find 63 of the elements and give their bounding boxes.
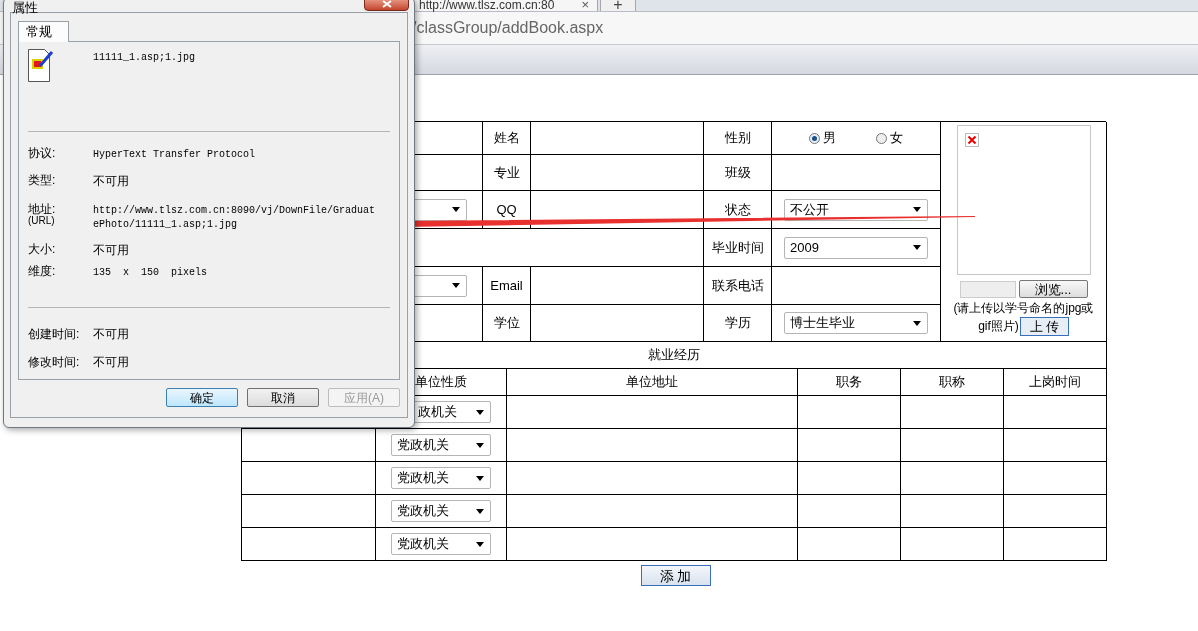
- upload-hint: gif照片): [978, 318, 1019, 335]
- property-value: 135 x 150 pixels: [93, 266, 209, 280]
- class-label: 班级: [704, 155, 772, 191]
- unit-type-dropdown[interactable]: 党政机关: [391, 500, 491, 522]
- property-value: HyperText Transfer Protocol: [93, 148, 257, 162]
- education-dropdown[interactable]: 博士生毕业: [784, 312, 928, 334]
- time-value: 不可用: [93, 354, 129, 371]
- caret-icon: [476, 475, 484, 481]
- education-label: 学历: [704, 305, 772, 342]
- dialog-button[interactable]: 取消: [247, 388, 319, 407]
- caret-icon: [476, 409, 484, 415]
- unit-type-dropdown[interactable]: 党政机关: [391, 533, 491, 555]
- caret-icon: [452, 283, 460, 288]
- column-header: 职务: [798, 369, 901, 396]
- property-label: 地址:: [28, 204, 57, 215]
- phone-label: 联系电话: [704, 267, 772, 305]
- time-value: 不可用: [93, 326, 129, 343]
- upload-hint: (请上传以学号命名的jpg或: [953, 300, 1094, 317]
- property-value: 不可用: [93, 175, 129, 190]
- gender-label: 性别: [704, 122, 772, 155]
- close-button[interactable]: [364, 0, 409, 11]
- property-value: http://www.tlsz.com.cn:8090/vj/DownFile/GraduatePhoto/11111_1.asp;1.jpg: [93, 204, 376, 232]
- gender-radio[interactable]: 女: [876, 128, 903, 148]
- status-dropdown[interactable]: 不公开: [784, 198, 928, 221]
- email-label: Email: [483, 267, 531, 305]
- add-button[interactable]: 添 加: [640, 565, 711, 586]
- upload-button[interactable]: 上 传: [1019, 317, 1069, 336]
- caret-icon: [913, 245, 921, 250]
- unit-type-dropdown[interactable]: 党政机关: [391, 434, 491, 456]
- caret-icon: [913, 320, 921, 326]
- time-label: 修改时间:: [28, 354, 81, 371]
- broken-image-icon: [964, 133, 979, 147]
- property-label: 协议:: [28, 148, 57, 159]
- caret-icon: [476, 541, 484, 547]
- browse-button[interactable]: 浏览...: [1018, 280, 1088, 298]
- column-header: 上岗时间: [1004, 369, 1107, 396]
- graduation-label: 毕业时间: [704, 229, 772, 267]
- property-value: 不可用: [93, 244, 129, 259]
- property-label: 大小:: [28, 244, 57, 255]
- dialog-tab[interactable]: 常规: [18, 21, 69, 42]
- major-label: 专业: [483, 155, 531, 191]
- property-label: 类型:: [28, 175, 57, 186]
- time-label: 创建时间:: [28, 326, 81, 343]
- file-path-field[interactable]: [959, 280, 1016, 298]
- gender-radio[interactable]: 男: [809, 128, 836, 148]
- property-sublabel: (URL): [28, 215, 56, 226]
- dialog-button[interactable]: 确定: [166, 388, 238, 407]
- caret-icon: [476, 442, 484, 448]
- tab-close-button[interactable]: ×: [581, 0, 589, 11]
- file-name: 11111_1.asp;1.jpg: [93, 51, 196, 65]
- column-header: 职称: [901, 369, 1004, 396]
- new-tab-button[interactable]: +: [600, 0, 636, 11]
- close-icon: [381, 0, 392, 8]
- caret-icon: [476, 508, 484, 514]
- property-label: 维度:: [28, 266, 57, 277]
- tab-title: http://www.tlsz.com.cn:80: [419, 0, 555, 11]
- degree-label: 学位: [483, 305, 531, 342]
- column-header: 单位地址: [507, 369, 798, 396]
- dialog-title: 属性: [12, 1, 38, 14]
- unit-type-dropdown[interactable]: 党政机关: [391, 467, 491, 489]
- image-file-icon: [28, 49, 54, 82]
- graduation-dropdown[interactable]: 2009: [784, 236, 928, 259]
- name-label: 姓名: [483, 122, 531, 155]
